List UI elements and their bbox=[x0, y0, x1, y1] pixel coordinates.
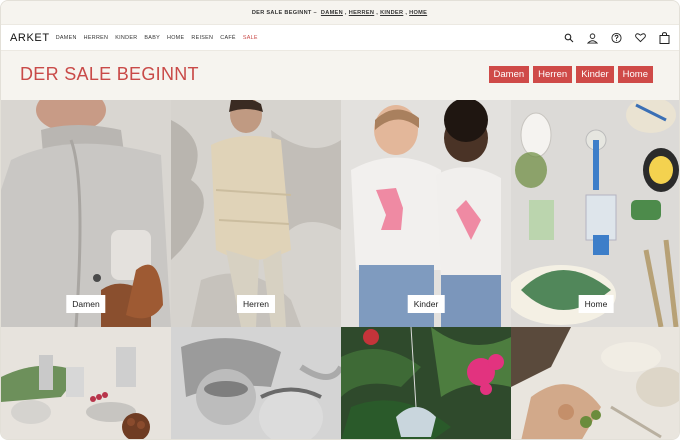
hero-title: DER SALE BEGINNT bbox=[20, 64, 199, 84]
announcement-link-herren[interactable]: HERREN bbox=[349, 10, 374, 16]
hero-button-kinder[interactable]: Kinder bbox=[576, 66, 614, 83]
search-icon[interactable] bbox=[563, 32, 574, 43]
tile-bottom-1[interactable] bbox=[1, 327, 171, 439]
bag-icon[interactable] bbox=[659, 31, 670, 44]
nav-item-sale[interactable]: SALE bbox=[243, 35, 258, 41]
tableware-image bbox=[1, 327, 171, 439]
announcement-link-damen[interactable]: DAMEN bbox=[321, 10, 343, 16]
nav-item-home[interactable]: HOME bbox=[167, 35, 184, 41]
nav-item-kinder[interactable]: KINDER bbox=[115, 35, 137, 41]
nav-item-cafe[interactable]: CAFÉ bbox=[220, 35, 236, 41]
tile-label-herren[interactable]: Herren bbox=[237, 295, 275, 313]
hero-button-home[interactable]: Home bbox=[617, 66, 653, 83]
announcement-text: DER SALE BEGINNT – bbox=[251, 9, 317, 16]
hero-category-buttons: Damen Herren Kinder Home bbox=[488, 66, 653, 83]
tile-home[interactable]: Home bbox=[511, 100, 679, 327]
nav-item-baby[interactable]: BABY bbox=[144, 35, 160, 41]
tile-label-damen[interactable]: Damen bbox=[66, 295, 106, 313]
sale-hero: DER SALE BEGINNT Damen Herren Kinder Hom… bbox=[1, 51, 679, 98]
category-grid: Damen Herren Kinder Home bbox=[1, 100, 679, 439]
hero-button-herren[interactable]: Herren bbox=[533, 66, 573, 83]
account-icon[interactable] bbox=[587, 32, 598, 43]
tile-damen[interactable]: Damen bbox=[1, 100, 171, 327]
tile-kinder[interactable]: Kinder bbox=[341, 100, 511, 327]
browser-frame: DER SALE BEGINNT – DAMEN, HERREN, KINDER… bbox=[0, 0, 680, 440]
announcement-link-home[interactable]: HOME bbox=[409, 10, 427, 16]
nav-item-reisen[interactable]: REISEN bbox=[191, 35, 213, 41]
tile-bottom-4[interactable] bbox=[511, 327, 679, 439]
wishlist-icon[interactable] bbox=[635, 32, 646, 43]
tile-label-home[interactable]: Home bbox=[578, 295, 614, 313]
tile-herren[interactable]: Herren bbox=[171, 100, 341, 327]
cafe-image bbox=[511, 327, 679, 439]
home-image bbox=[511, 100, 679, 327]
main-header: ARKET DAMEN HERREN KINDER BABY HOME REIS… bbox=[1, 24, 679, 51]
arket-logo[interactable]: ARKET bbox=[10, 32, 50, 44]
hero-button-damen[interactable]: Damen bbox=[488, 66, 530, 83]
header-icons bbox=[563, 31, 670, 44]
announcement-bar: DER SALE BEGINNT – DAMEN, HERREN, KINDER… bbox=[1, 1, 679, 24]
damen-image bbox=[1, 100, 171, 327]
main-nav: DAMEN HERREN KINDER BABY HOME REISEN CAF… bbox=[56, 35, 258, 41]
nav-item-herren[interactable]: HERREN bbox=[84, 35, 109, 41]
nav-item-damen[interactable]: DAMEN bbox=[56, 35, 77, 41]
help-icon[interactable] bbox=[611, 32, 622, 43]
baby-image bbox=[171, 327, 341, 439]
tile-label-kinder[interactable]: Kinder bbox=[407, 295, 445, 313]
kinder-image bbox=[341, 100, 511, 327]
christmas-image bbox=[341, 327, 511, 439]
tile-bottom-2[interactable] bbox=[171, 327, 341, 439]
announcement-link-kinder[interactable]: KINDER bbox=[380, 10, 403, 16]
tile-bottom-3[interactable] bbox=[341, 327, 511, 439]
herren-image bbox=[171, 100, 341, 327]
